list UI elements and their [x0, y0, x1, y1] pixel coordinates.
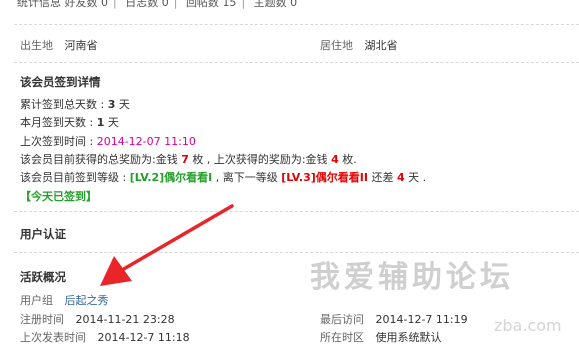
annotation-arrow-icon: [100, 204, 234, 286]
